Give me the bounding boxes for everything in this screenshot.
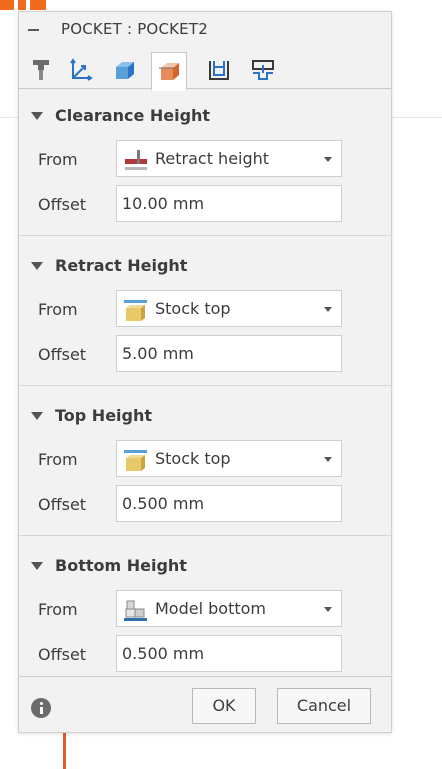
clearance-from-dropdown[interactable]: Retract height — [116, 140, 342, 177]
section-title: Clearance Height — [55, 106, 211, 125]
from-label: From — [38, 300, 78, 319]
collapse-button[interactable] — [27, 23, 41, 37]
ok-button[interactable]: OK — [192, 688, 256, 724]
chevron-down-icon — [324, 307, 332, 312]
clearance-offset-field[interactable]: 10.00 mm — [116, 185, 342, 222]
tab-bar-divider — [19, 88, 391, 89]
offset-label: Offset — [38, 645, 87, 664]
tab-bar — [19, 46, 391, 91]
background-app-tab — [0, 0, 46, 10]
model-bottom-icon — [124, 600, 147, 621]
collapse-triangle-icon — [31, 262, 43, 270]
tab-geometry[interactable] — [63, 52, 97, 88]
dropdown-value: Stock top — [155, 299, 231, 318]
offset-label: Offset — [38, 495, 87, 514]
from-label: From — [38, 150, 78, 169]
dropdown-value: Retract height — [155, 149, 270, 168]
retract-from-dropdown[interactable]: Stock top — [116, 290, 342, 327]
dropdown-value: Model bottom — [155, 599, 266, 618]
tab-tool[interactable] — [24, 52, 58, 88]
from-label: From — [38, 600, 78, 619]
pocket-dialog: POCKET : POCKET2 Clearance Height From R… — [18, 11, 392, 733]
heights-box-icon — [159, 63, 179, 80]
collapse-triangle-icon — [31, 112, 43, 120]
section-title: Bottom Height — [55, 556, 187, 575]
footer-divider — [19, 676, 391, 677]
section-title: Retract Height — [55, 256, 188, 275]
bottom-from-dropdown[interactable]: Model bottom — [116, 590, 342, 627]
dialog-footer: OK Cancel — [19, 676, 391, 732]
dialog-titlebar: POCKET : POCKET2 — [19, 12, 391, 46]
section-divider — [19, 385, 391, 386]
cancel-button[interactable]: Cancel — [277, 688, 371, 724]
chevron-down-icon — [324, 457, 332, 462]
section-divider — [19, 535, 391, 536]
from-label: From — [38, 450, 78, 469]
stock-cube-icon — [116, 62, 134, 79]
section-title: Top Height — [55, 406, 153, 425]
tab-heights[interactable] — [151, 52, 187, 91]
offset-label: Offset — [38, 345, 87, 364]
retract-height-icon — [125, 150, 147, 170]
tool-icon — [33, 60, 49, 80]
bottom-offset-field[interactable]: 0.500 mm — [116, 635, 342, 672]
collapse-triangle-icon — [31, 562, 43, 570]
tab-passes[interactable] — [201, 52, 235, 88]
offset-label: Offset — [38, 195, 87, 214]
info-icon[interactable] — [31, 698, 51, 718]
stock-top-icon — [124, 450, 147, 471]
top-offset-field[interactable]: 0.500 mm — [116, 485, 342, 522]
collapse-triangle-icon — [31, 412, 43, 420]
passes-icon — [209, 61, 229, 80]
dropdown-value: Stock top — [155, 449, 231, 468]
tab-linking[interactable] — [245, 52, 279, 88]
tab-stock[interactable] — [107, 52, 141, 88]
chevron-down-icon — [324, 607, 332, 612]
stock-top-icon — [124, 300, 147, 321]
axis-icon — [70, 58, 93, 81]
top-from-dropdown[interactable]: Stock top — [116, 440, 342, 477]
section-divider — [19, 235, 391, 236]
dialog-title: POCKET : POCKET2 — [61, 20, 208, 38]
retract-offset-field[interactable]: 5.00 mm — [116, 335, 342, 372]
chevron-down-icon — [324, 157, 332, 162]
linking-icon — [252, 60, 274, 80]
